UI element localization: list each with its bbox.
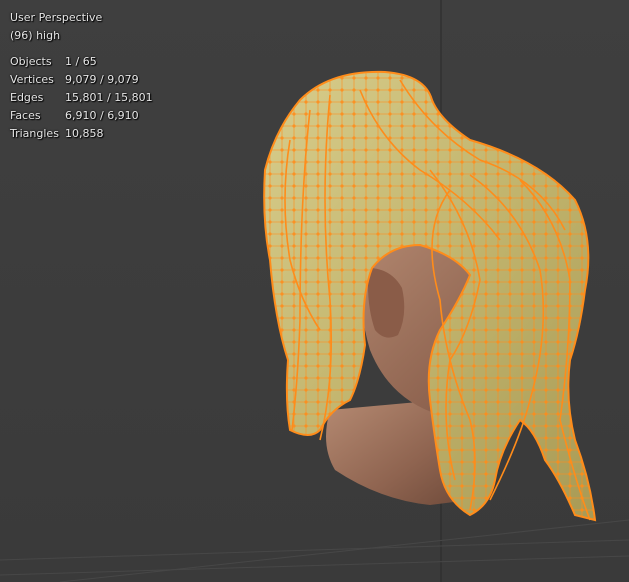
stat-row-edges: Edges 15,801 / 15,801 xyxy=(10,89,153,107)
view-name: User Perspective xyxy=(10,11,103,24)
stat-label: Faces xyxy=(10,109,41,122)
stat-value: 1 / 65 xyxy=(65,55,97,68)
stat-value: 6,910 / 6,910 xyxy=(65,109,139,122)
stat-value: 15,801 / 15,801 xyxy=(65,91,153,104)
stat-label: Objects xyxy=(10,55,52,68)
stat-row-vertices: Vertices 9,079 / 9,079 xyxy=(10,71,153,89)
stat-value: 9,079 / 9,079 xyxy=(65,73,139,86)
stat-row-objects: Objects 1 / 65 xyxy=(10,53,153,71)
stat-row-triangles: Triangles 10,858 xyxy=(10,125,153,143)
stat-label: Edges xyxy=(10,91,44,104)
active-object-info: (96) high xyxy=(10,29,61,42)
stat-value: 10,858 xyxy=(65,127,104,140)
stat-label: Vertices xyxy=(10,73,54,86)
stat-label: Triangles xyxy=(10,127,59,140)
viewport-info-overlay: User Perspective (96) high Objects 1 / 6… xyxy=(10,9,153,143)
stat-row-faces: Faces 6,910 / 6,910 xyxy=(10,107,153,125)
3d-viewport[interactable]: User Perspective (96) high Objects 1 / 6… xyxy=(0,0,629,582)
